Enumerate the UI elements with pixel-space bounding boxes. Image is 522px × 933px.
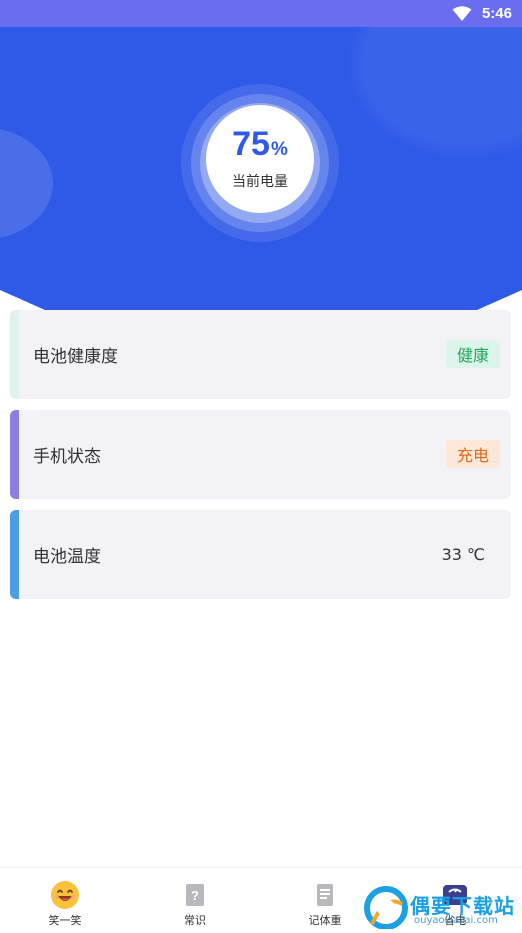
tab-laugh[interactable]: 笑一笑 (0, 868, 130, 930)
card-title: 手机状态 (33, 447, 101, 467)
card-title: 电池温度 (33, 547, 101, 567)
tab-label: 常识 (184, 914, 206, 927)
phone-status-card[interactable]: 手机状态 充电 (10, 410, 511, 499)
tab-label: 记体重 (308, 914, 342, 927)
charging-badge: 充电 (445, 440, 500, 468)
battery-health-card[interactable]: 电池健康度 健康 (10, 310, 511, 399)
decorative-blob (355, 27, 522, 152)
document-icon (310, 880, 340, 910)
status-time: 5:46 (481, 5, 512, 22)
card-accent (10, 310, 19, 399)
card-accent (10, 410, 19, 499)
health-badge: 健康 (445, 340, 500, 368)
tab-knowledge[interactable]: ? 常识 (130, 868, 260, 930)
decorative-blob (0, 127, 53, 240)
site-watermark: 偶要下载站 ouyaoxiazai.com (362, 884, 522, 930)
tab-label: 笑一笑 (48, 914, 82, 927)
status-bar: 5:46 (0, 0, 522, 27)
battery-temperature-card[interactable]: 电池温度 33 ℃ (10, 510, 511, 599)
battery-percent: 75 % (232, 127, 288, 161)
temperature-value: 33 ℃ (441, 545, 485, 564)
card-accent (10, 510, 19, 599)
card-title: 电池健康度 (33, 347, 118, 367)
laughing-face-icon (50, 880, 80, 910)
battery-percent-unit: % (270, 139, 288, 160)
battery-label: 当前电量 (232, 174, 288, 190)
battery-level-circle: 75 % 当前电量 (206, 105, 314, 213)
wifi-icon (452, 5, 472, 21)
question-card-icon: ? (180, 880, 210, 910)
svg-text:?: ? (191, 888, 199, 903)
battery-hero: 75 % 当前电量 (0, 27, 522, 310)
watermark-logo-icon (364, 886, 408, 930)
battery-percent-value: 75 (232, 125, 270, 163)
watermark-url: ouyaoxiazai.com (414, 915, 498, 926)
